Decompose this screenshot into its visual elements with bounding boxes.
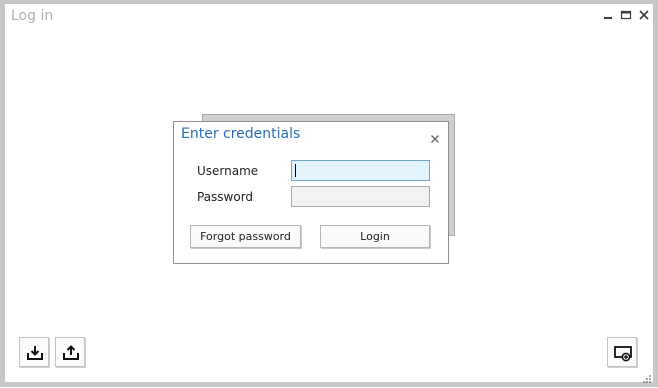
forgot-password-button[interactable]: Forgot password [190, 225, 301, 248]
password-label: Password [197, 190, 254, 204]
dialog-title: Enter credentials [181, 126, 301, 142]
password-input[interactable] [291, 186, 430, 207]
export-button[interactable] [55, 337, 85, 367]
dialog-close-icon[interactable] [430, 129, 440, 143]
maximize-icon[interactable] [619, 8, 633, 22]
window-title: Log in [11, 8, 54, 24]
credentials-dialog: Enter credentials Username Password Forg… [173, 121, 449, 264]
close-icon[interactable] [637, 8, 651, 22]
username-input[interactable] [291, 160, 430, 181]
text-caret [295, 164, 296, 177]
username-label: Username [197, 164, 259, 178]
screen-add-button[interactable] [607, 337, 637, 367]
import-button[interactable] [19, 337, 49, 367]
login-button[interactable]: Login [320, 225, 430, 248]
resize-grip-icon[interactable] [642, 369, 652, 383]
minimize-icon[interactable] [601, 8, 615, 22]
